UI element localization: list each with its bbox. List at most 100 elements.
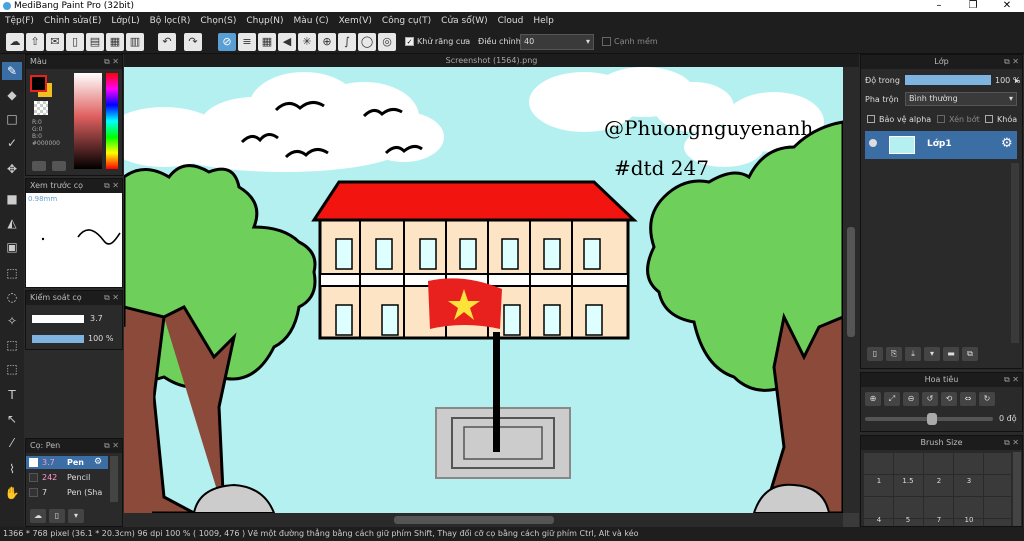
menu-help[interactable]: Help <box>528 12 559 30</box>
new-layer-icon[interactable]: ▯ <box>867 347 883 361</box>
layer-list-scrollbar[interactable] <box>1011 163 1019 343</box>
copy-layer-icon[interactable]: ⎘ <box>886 347 902 361</box>
scroll-thumb[interactable] <box>394 516 554 524</box>
operation-tool-icon[interactable]: ↖ <box>2 410 22 428</box>
brush-item-pen[interactable]: 3.7 Pen ⚙ <box>26 456 108 469</box>
brush-size-option[interactable]: 2 <box>935 477 943 485</box>
brush-size-option[interactable]: 3 <box>965 477 973 485</box>
panel-close-icon[interactable]: ⧉ ✕ <box>104 291 119 305</box>
canvas-horizontal-scrollbar[interactable] <box>124 513 843 527</box>
upload-icon[interactable]: ⇧ <box>26 33 44 51</box>
gear-icon[interactable]: ⚙ <box>94 457 102 467</box>
select-rect-icon[interactable]: ⬚ <box>2 264 22 282</box>
color-add-button[interactable] <box>32 161 46 171</box>
menu-filter[interactable]: Bộ lọc(R) <box>145 12 196 30</box>
fit-icon[interactable]: ⤢ <box>884 392 900 406</box>
magic-wand-icon[interactable]: ✧ <box>2 312 22 330</box>
snap-off-icon[interactable]: ⊘ <box>218 33 236 51</box>
brush-size-slider[interactable] <box>32 315 84 323</box>
grid-doc-icon[interactable]: ▦ <box>106 33 124 51</box>
layer-row[interactable]: Lớp1 ⚙ <box>865 131 1017 159</box>
layer-opacity-slider[interactable] <box>905 75 991 85</box>
crosshair-snap-icon[interactable]: ⊕ <box>318 33 336 51</box>
zoom-in-icon[interactable]: ⊕ <box>865 392 881 406</box>
drawing-canvas[interactable]: @Phuongnguyenanh #dtd 247 <box>124 67 843 513</box>
rotate-left-icon[interactable]: ↺ <box>922 392 938 406</box>
perspective-snap-icon[interactable]: ◀ <box>278 33 296 51</box>
panel-close-icon[interactable]: ⧉ ✕ <box>104 55 119 69</box>
clipping-checkbox[interactable] <box>937 115 945 123</box>
parallel-snap-icon[interactable]: ≡ <box>238 33 256 51</box>
divide-tool-icon[interactable]: ⁄ <box>2 434 22 452</box>
lock-checkbox[interactable] <box>985 115 993 123</box>
brush-add-icon[interactable]: ▯ <box>49 509 65 523</box>
concentric-snap-icon[interactable]: ◎ <box>378 33 396 51</box>
brush-size-option[interactable]: 7 <box>935 516 943 524</box>
zoom-out-icon[interactable]: ⊖ <box>903 392 919 406</box>
hand-tool-icon[interactable]: ✋ <box>2 484 22 502</box>
close-icon[interactable]: ✕ <box>990 0 1024 12</box>
flip-icon[interactable]: ⇔ <box>960 392 976 406</box>
add-layer-menu-icon[interactable]: ▾ <box>924 347 940 361</box>
pen-tool-icon[interactable]: ✓ <box>2 134 22 152</box>
menu-edit[interactable]: Chỉnh sửa(E) <box>39 12 106 30</box>
brush-item-pencil[interactable]: 242 Pencil <box>26 471 108 484</box>
menu-window[interactable]: Cửa sổ(W) <box>436 12 492 30</box>
color-remove-button[interactable] <box>52 161 66 171</box>
brush-menu-icon[interactable]: ▾ <box>68 509 84 523</box>
menu-capture[interactable]: Chụp(N) <box>241 12 288 30</box>
gear-icon[interactable]: ⚙ <box>1001 136 1013 151</box>
blend-mode-select[interactable]: Bình thường ▾ <box>905 92 1017 106</box>
color-sv-picker[interactable] <box>74 73 102 169</box>
brush-opacity-slider[interactable] <box>32 335 84 343</box>
curve-snap-icon[interactable]: ∫ <box>338 33 356 51</box>
undo-icon[interactable]: ↶ <box>158 33 176 51</box>
menu-select[interactable]: Chọn(S) <box>195 12 241 30</box>
lasso-tool-icon[interactable]: ◌ <box>2 288 22 306</box>
primary-color-swatch[interactable] <box>30 75 47 92</box>
text-tool-icon[interactable]: T <box>2 386 22 404</box>
rectangle-tool-icon[interactable]: □ <box>2 110 22 128</box>
select-eraser-icon[interactable]: ⬚ <box>2 360 22 378</box>
menu-tool[interactable]: Công cụ(T) <box>377 12 436 30</box>
canvas-vertical-scrollbar[interactable] <box>843 67 859 513</box>
scroll-thumb[interactable] <box>847 227 855 337</box>
table-doc-icon[interactable]: ▥ <box>126 33 144 51</box>
panel-close-icon[interactable]: ⧉ ✕ <box>1004 55 1019 69</box>
rotate-reset-icon[interactable]: ⟲ <box>941 392 957 406</box>
maximize-icon[interactable]: ❐ <box>956 0 990 12</box>
panel-close-icon[interactable]: ⧉ ✕ <box>104 179 119 193</box>
comment-icon[interactable]: ✉ <box>46 33 64 51</box>
rotation-slider[interactable] <box>865 413 993 425</box>
panel-close-icon[interactable]: ⧉ ✕ <box>104 439 119 453</box>
cloud-icon[interactable]: ☁ <box>6 33 24 51</box>
brush-size-option[interactable]: 5 <box>904 516 912 524</box>
rotation-thumb[interactable] <box>927 413 937 425</box>
import-layer-icon[interactable]: ⤓ <box>905 347 921 361</box>
brush-list-scrollbar[interactable] <box>110 456 118 502</box>
document-icon[interactable]: ▤ <box>86 33 104 51</box>
eye-icon[interactable] <box>869 139 877 147</box>
transparent-swatch[interactable] <box>34 101 48 115</box>
brush-item-pen-shading[interactable]: 7 Pen (Sha <box>26 486 108 499</box>
select-pen-icon[interactable]: ⬚ <box>2 336 22 354</box>
radial-snap-icon[interactable]: ✳ <box>298 33 316 51</box>
rotate-right-icon[interactable]: ↻ <box>979 392 995 406</box>
document-tab[interactable]: Screenshot (1564).png <box>124 54 859 67</box>
menu-file[interactable]: Tệp(F) <box>0 12 39 30</box>
eyedropper-tool-icon[interactable]: ⌇ <box>2 460 22 478</box>
folder-icon[interactable]: ▬ <box>943 347 959 361</box>
circle-snap-icon[interactable]: ◯ <box>358 33 376 51</box>
brush-cloud-icon[interactable]: ☁ <box>30 509 46 523</box>
menu-layer[interactable]: Lớp(L) <box>106 12 144 30</box>
eraser-tool-icon[interactable]: ◆ <box>2 86 22 104</box>
menu-view[interactable]: Xem(V) <box>334 12 377 30</box>
antialias-checkbox[interactable]: ✓ <box>405 37 414 46</box>
new-file-icon[interactable]: ▯ <box>66 33 84 51</box>
brush-tool-icon[interactable]: ✎ <box>2 62 22 80</box>
hue-slider[interactable] <box>106 73 118 169</box>
minimize-icon[interactable]: – <box>922 0 956 12</box>
adjust-select[interactable]: 40 ▾ <box>520 34 594 50</box>
gradient-tool-icon[interactable]: ▣ <box>2 238 22 256</box>
menu-color[interactable]: Màu (C) <box>289 12 334 30</box>
